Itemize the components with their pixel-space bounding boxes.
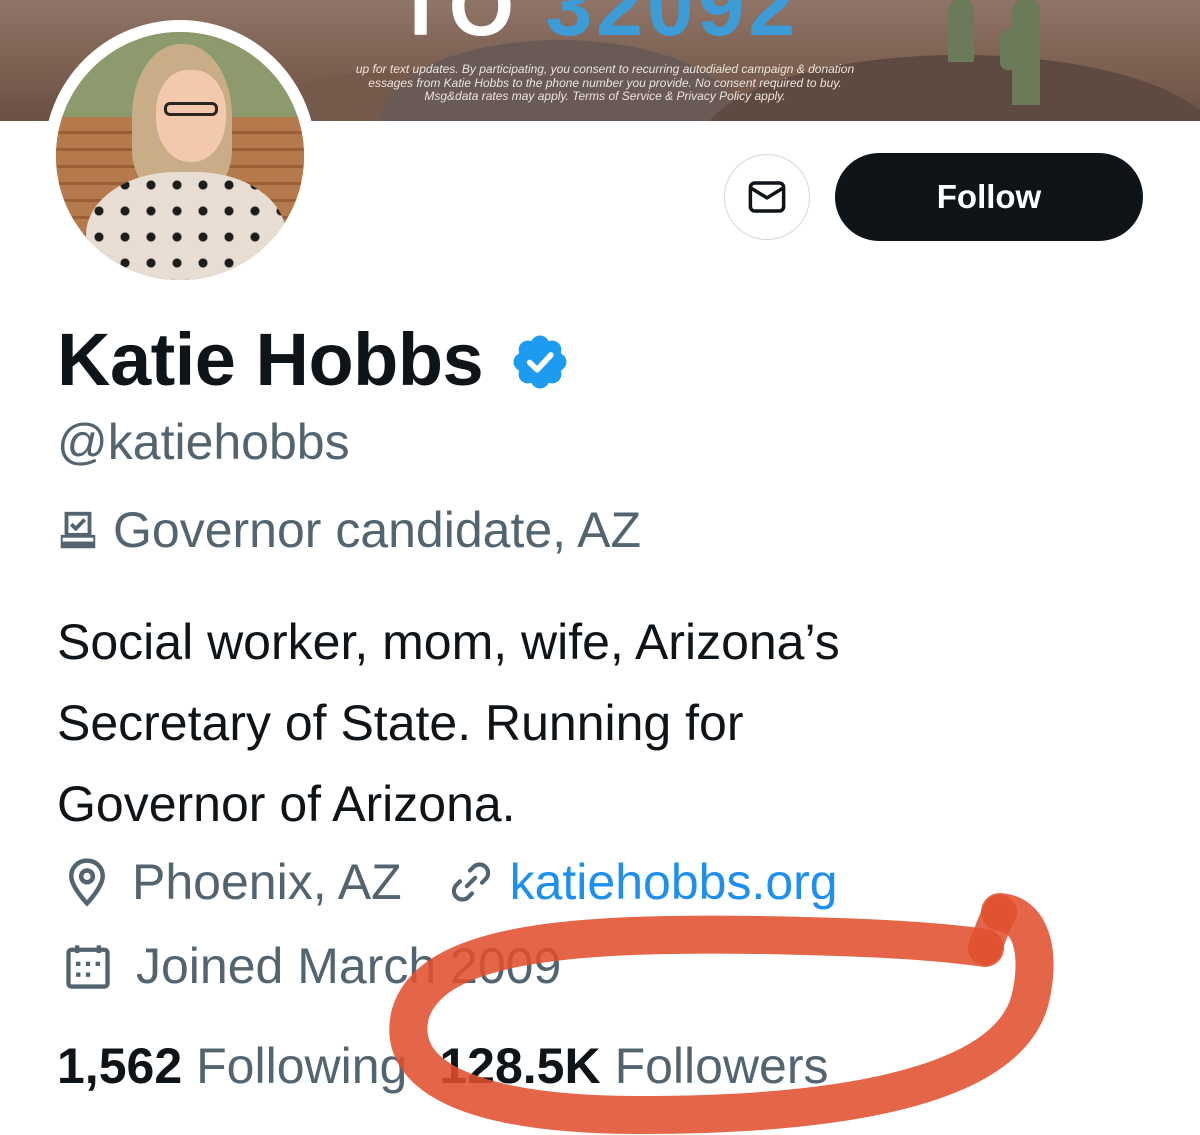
avatar[interactable] [44, 20, 316, 292]
banner-shortcode: 32092 [545, 0, 800, 53]
avatar-photo [56, 32, 304, 280]
ballot-box-icon [60, 511, 96, 549]
cactus-graphic [1000, 30, 1018, 70]
link-icon [451, 862, 490, 902]
disclaimer-line: essages from Katie Hobbs to the phone nu… [368, 75, 842, 90]
envelope-icon [748, 181, 786, 213]
follow-button[interactable]: Follow [835, 153, 1143, 241]
banner-text-code: TO 32092 [395, 0, 799, 55]
message-button[interactable] [724, 154, 810, 240]
bio-line: Social worker, mom, wife, Arizona’s [57, 614, 840, 670]
followers-count[interactable]: 128.5K [439, 1036, 600, 1096]
follow-stats: 1,562 Following 128.5K Followers [57, 1036, 829, 1096]
location-text: Phoenix, AZ [132, 854, 402, 910]
display-name: Katie Hobbs [57, 318, 484, 401]
verified-badge-icon[interactable] [509, 331, 571, 393]
joined-date: Joined March 2009 [136, 938, 562, 994]
banner-disclaimer: up for text updates. By participating, y… [300, 62, 910, 104]
disclaimer-line: Msg&data rates may apply. Terms of Servi… [424, 89, 786, 103]
profile-name-row: Katie Hobbs [57, 318, 571, 402]
username-handle: @katiehobbs [57, 414, 350, 470]
following-label[interactable]: Following [196, 1036, 407, 1096]
disclaimer-line: up for text updates. By participating, y… [355, 62, 855, 76]
followers-label[interactable]: Followers [615, 1036, 829, 1096]
location-pin-icon [68, 858, 106, 907]
website-link[interactable]: katiehobbs.org [510, 852, 838, 912]
profile-bio: Social worker, mom, wife, Arizona’s Secr… [57, 602, 1137, 845]
profile-joined-row: Joined March 2009 [62, 936, 561, 996]
calendar-icon [66, 945, 110, 989]
profile-meta-row: Phoenix, AZ katiehobbs.org [60, 852, 838, 912]
cactus-graphic [948, 0, 974, 62]
bio-line: Governor of Arizona. [57, 776, 516, 832]
category-label: Governor candidate, AZ [113, 502, 642, 558]
banner-to-text: TO [395, 0, 519, 53]
following-count[interactable]: 1,562 [57, 1036, 182, 1096]
professional-category: Governor candidate, AZ [55, 500, 641, 560]
bio-line: Secretary of State. Running for [57, 695, 744, 751]
